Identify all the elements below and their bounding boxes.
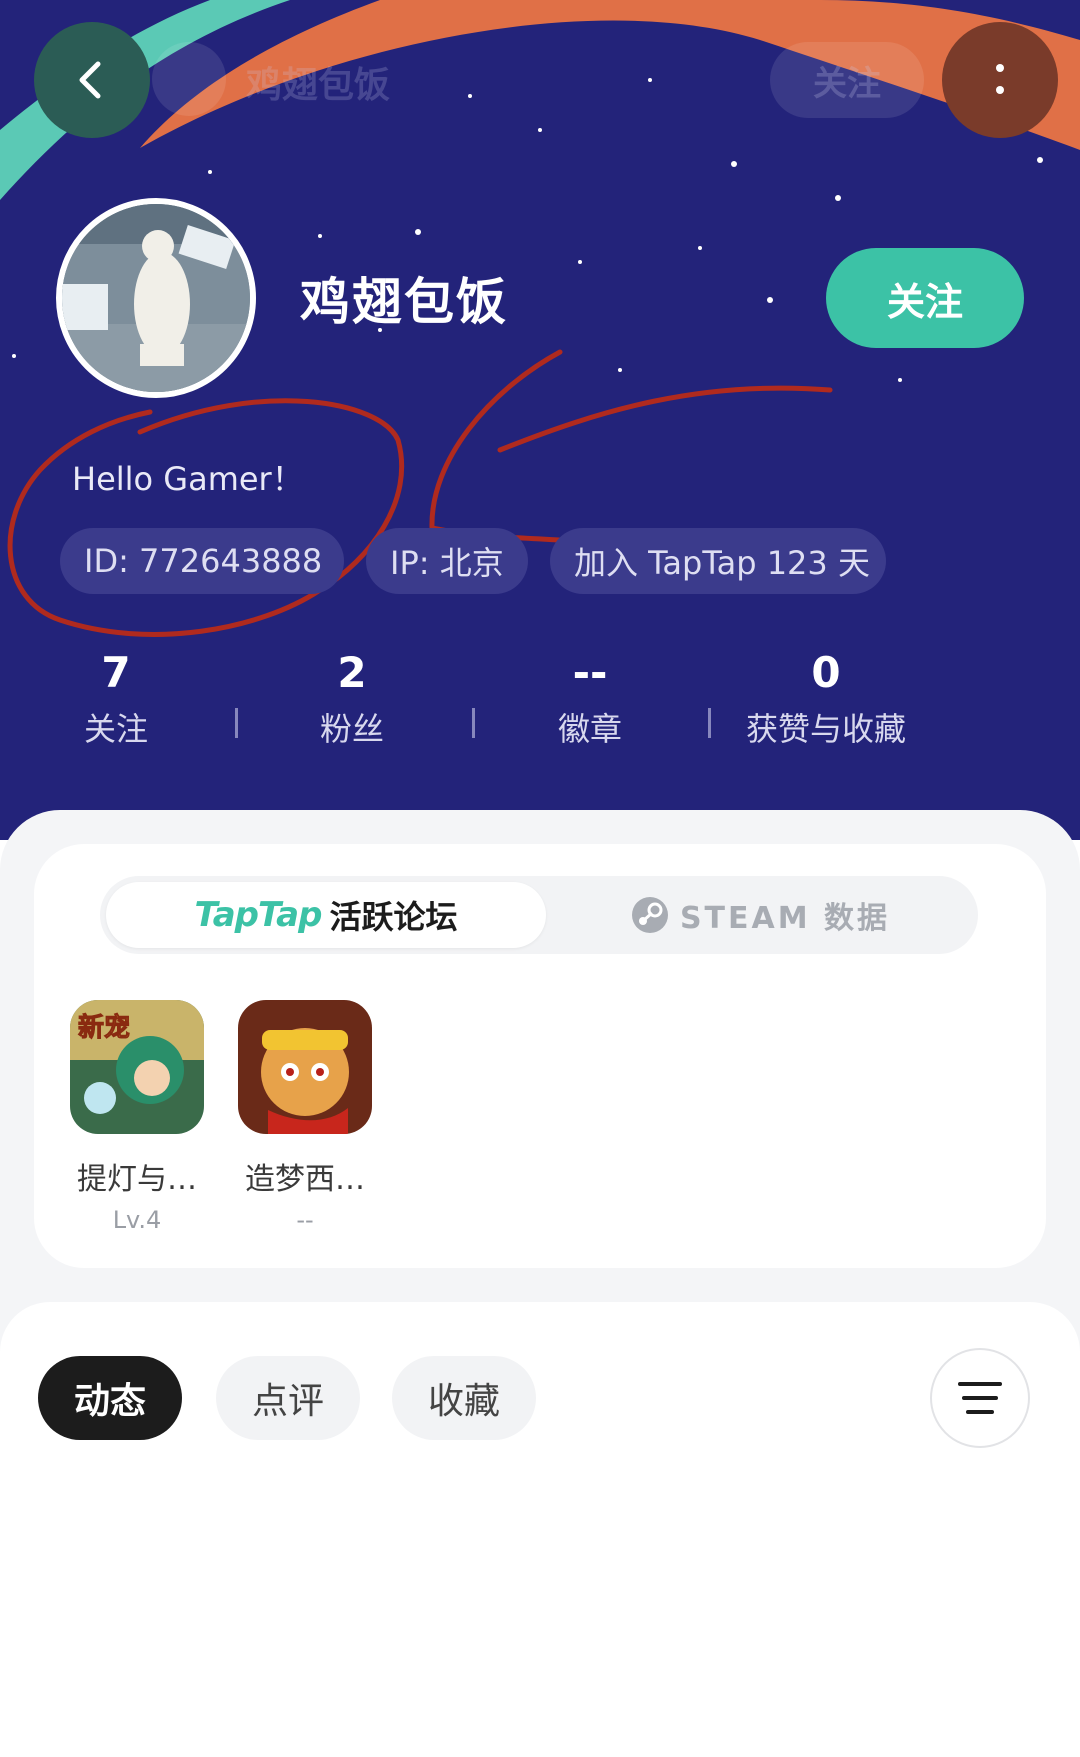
bio-text: Hello Gamer！ — [72, 460, 304, 498]
stat-likes-value: 0 — [811, 648, 841, 697]
stat-followers-label: 粉丝 — [319, 710, 384, 748]
tab-active-forum-label: 活跃论坛 — [329, 898, 458, 936]
vertical-dots-icon — [996, 64, 1004, 94]
back-button[interactable] — [34, 22, 150, 138]
stat-badges-value: -- — [572, 648, 608, 697]
more-options-button[interactable] — [942, 22, 1058, 138]
menu-lines-icon — [958, 1382, 1002, 1414]
stat-badges[interactable]: -- 徽章 — [490, 646, 690, 750]
game-item[interactable]: 造梦西… -- — [230, 1000, 380, 1234]
new-badge-text: 新宠 — [78, 1012, 130, 1043]
tab-dynamic[interactable]: 动态 — [38, 1356, 182, 1440]
stat-badges-label: 徽章 — [557, 710, 622, 748]
stat-followers-value: 2 — [337, 648, 367, 697]
taptap-logo: TapTap — [194, 895, 323, 935]
collapsed-follow-button[interactable]: 关注 — [770, 42, 924, 118]
game-item[interactable]: 新宠 提灯与… Lv.4 — [62, 1000, 212, 1234]
stat-divider — [472, 708, 475, 738]
avatar[interactable] — [56, 198, 256, 398]
tab-steam-data[interactable]: STEAM 数据 — [550, 882, 970, 948]
steam-icon — [631, 897, 668, 933]
stat-divider — [235, 708, 238, 738]
polar-bear-avatar-image — [62, 204, 250, 392]
game-name: 提灯与… — [77, 1162, 197, 1197]
filter-button[interactable] — [930, 1348, 1030, 1448]
game-level: Lv.4 — [112, 1206, 162, 1234]
tab-active-forum[interactable]: TapTap 活跃论坛 — [106, 882, 546, 948]
chevron-left-icon — [79, 61, 101, 99]
game-icon: 新宠 — [70, 1000, 204, 1134]
stat-divider — [708, 708, 711, 738]
ip-location-chip: IP: 北京 — [366, 528, 528, 594]
stat-likes[interactable]: 0 获赞与收藏 — [726, 646, 926, 750]
game-name: 造梦西… — [245, 1162, 365, 1197]
game-level: -- — [296, 1206, 314, 1234]
game-icon — [238, 1000, 372, 1134]
stat-following[interactable]: 7 关注 — [16, 646, 216, 750]
follow-button[interactable]: 关注 — [826, 248, 1024, 348]
tab-review[interactable]: 点评 — [216, 1356, 360, 1440]
profile-header: 鸡翅包饭 关注 鸡翅包饭 关注 Hello Gamer！ ID: 7726438… — [0, 0, 1080, 840]
stat-following-value: 7 — [101, 648, 131, 697]
stat-followers[interactable]: 2 粉丝 — [252, 646, 452, 750]
tab-steam-data-label: STEAM 数据 — [679, 901, 891, 936]
join-days-chip: 加入 TapTap 123 天 — [550, 528, 886, 594]
tab-collect[interactable]: 收藏 — [392, 1356, 536, 1440]
username: 鸡翅包饭 — [300, 273, 508, 331]
stat-likes-label: 获赞与收藏 — [745, 710, 906, 748]
collapsed-title: 鸡翅包饭 — [246, 65, 391, 106]
user-id-chip[interactable]: ID: 772643888 — [60, 528, 344, 594]
collapsed-avatar — [152, 42, 226, 116]
stat-following-label: 关注 — [83, 710, 148, 748]
